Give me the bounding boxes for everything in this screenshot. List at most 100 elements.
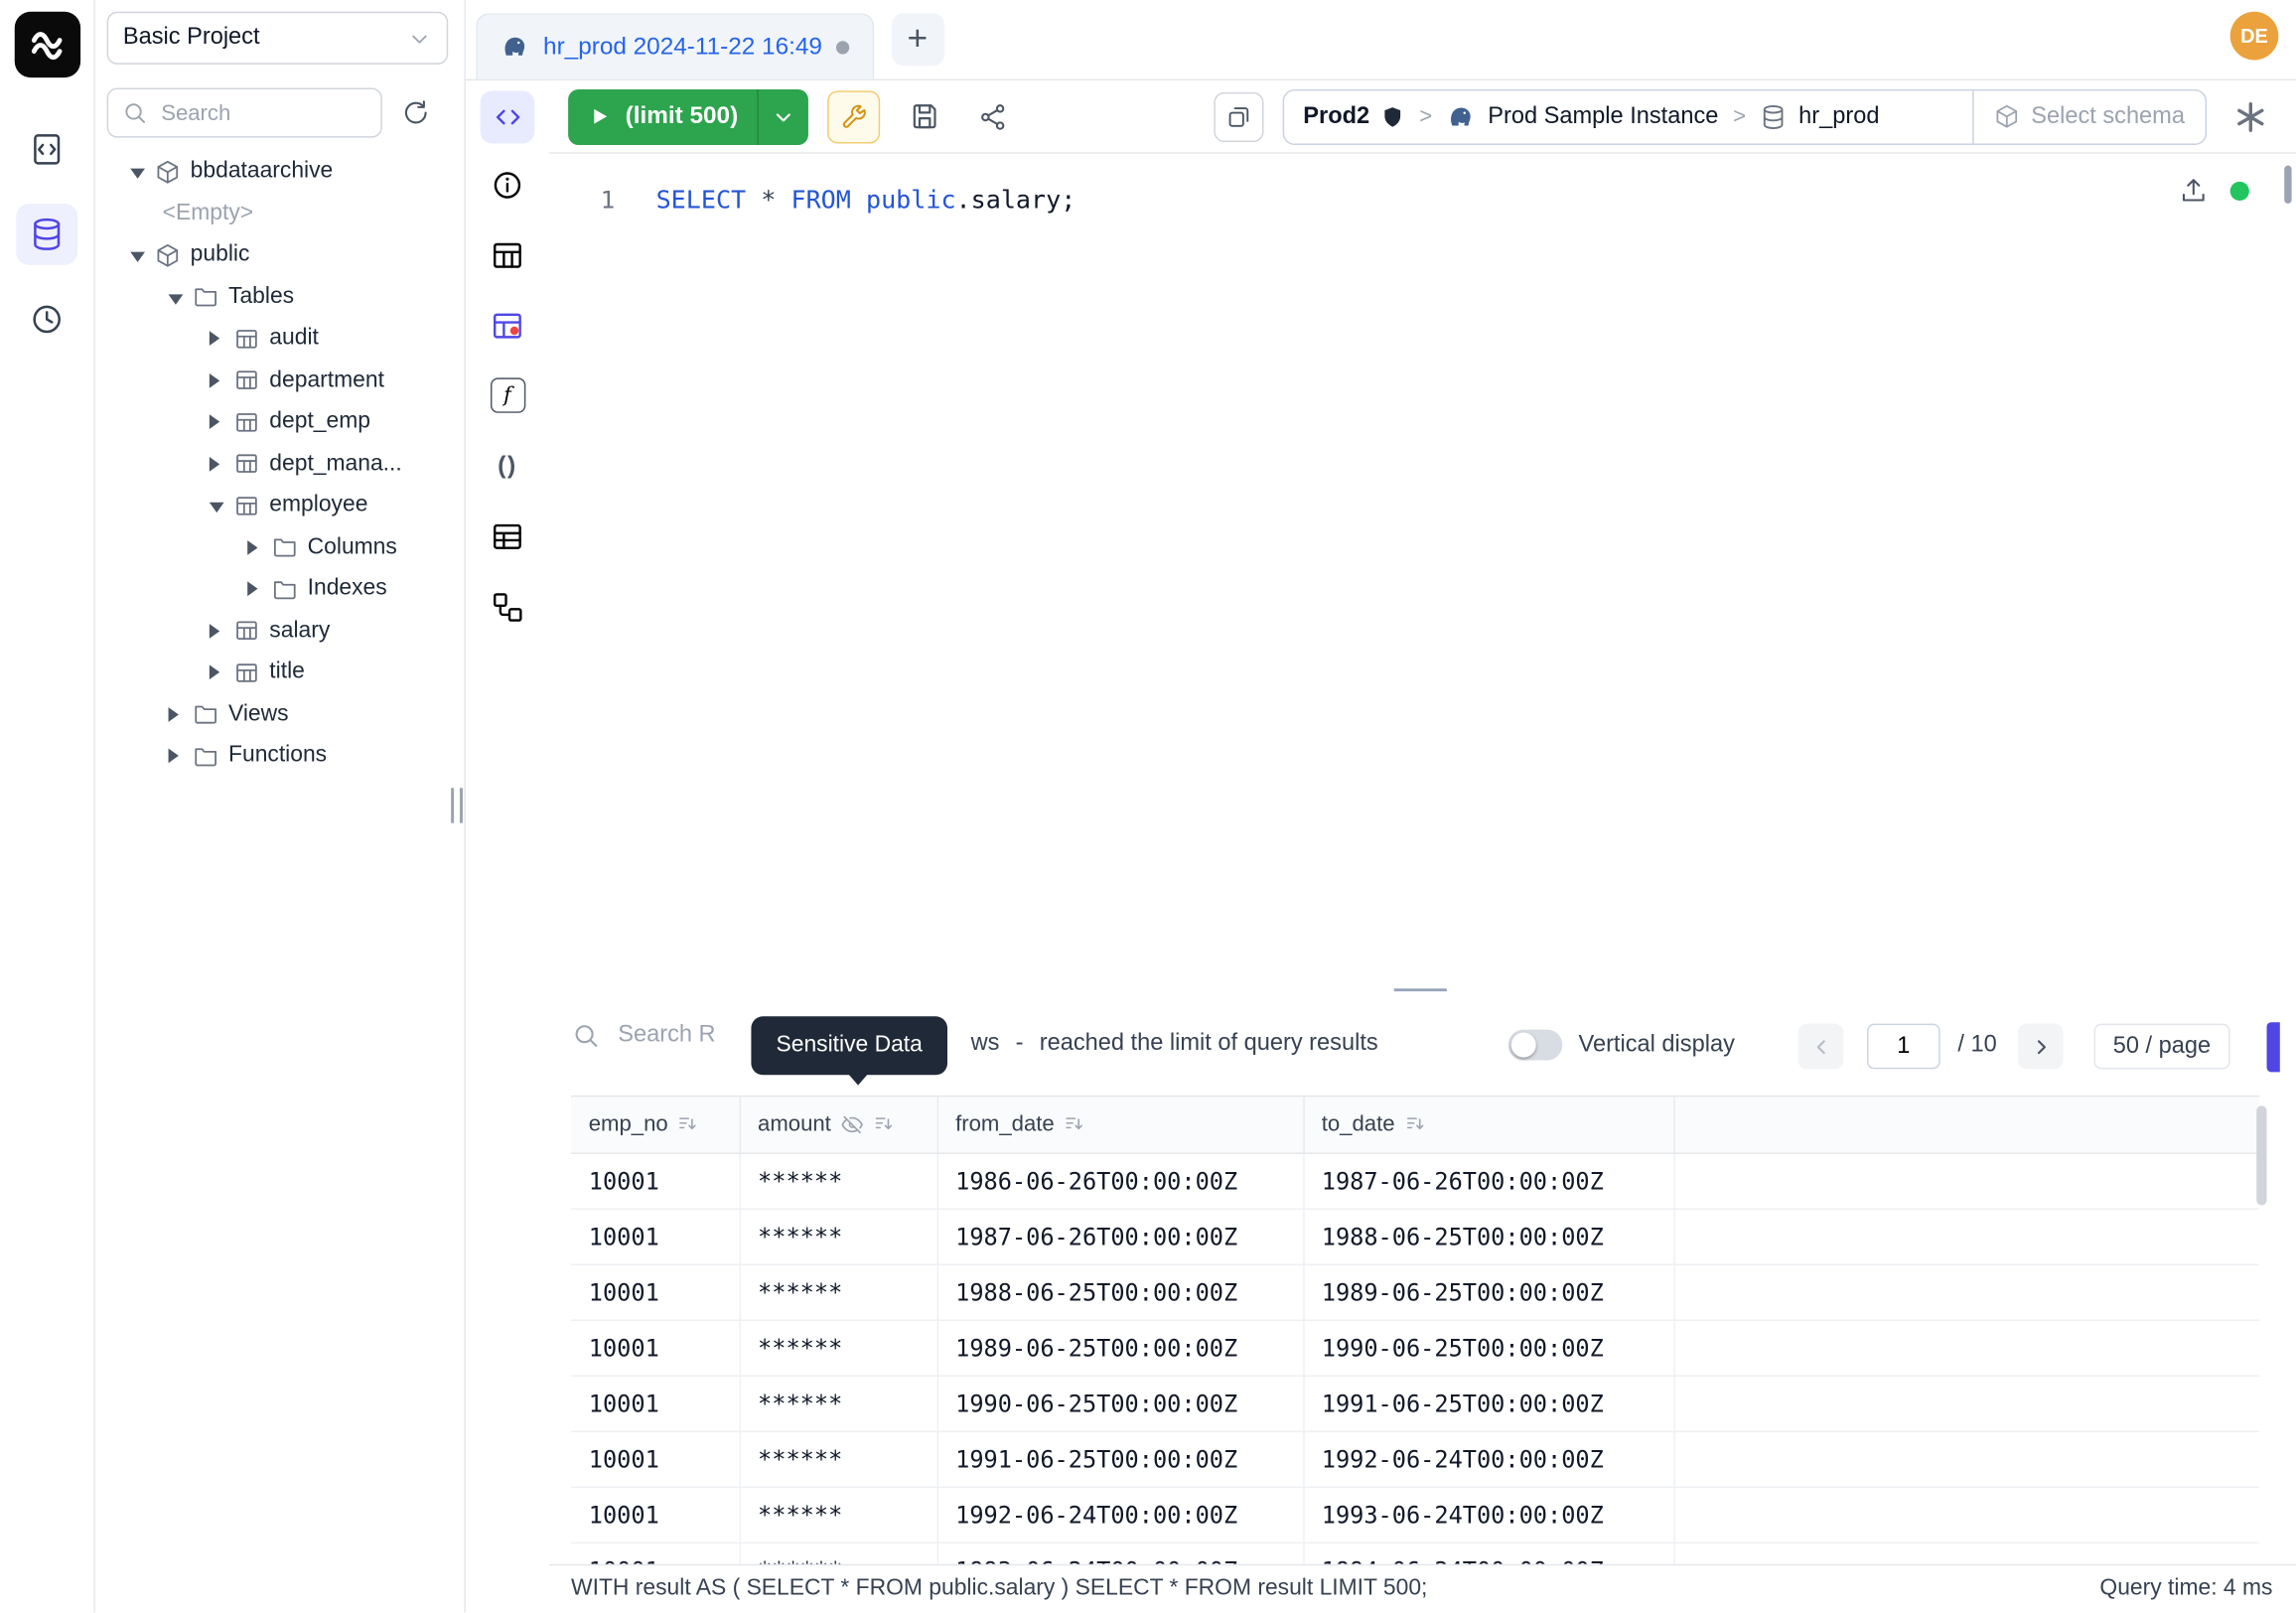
refresh-button[interactable] bbox=[391, 87, 441, 137]
bytebase-logo[interactable] bbox=[14, 12, 79, 77]
cell-to-date[interactable]: 1989-06-25T00:00:00Z bbox=[1303, 1263, 1673, 1319]
cell-to-date[interactable]: 1994-06-24T00:00:00Z bbox=[1303, 1542, 1673, 1566]
caret-right-icon[interactable] bbox=[169, 707, 184, 722]
cell-amount-masked[interactable]: ****** bbox=[740, 1376, 937, 1431]
table-list-panel-button[interactable] bbox=[491, 518, 524, 553]
connection-context[interactable]: Prod2 > Prod Sample Instance > hr_prod bbox=[1284, 101, 1972, 130]
cell-amount-masked[interactable]: ****** bbox=[740, 1208, 937, 1263]
editor-scrollbar-thumb[interactable] bbox=[2284, 166, 2291, 204]
nav-databases[interactable] bbox=[16, 204, 77, 265]
sql-code-line[interactable]: SELECT * FROM public.salary; bbox=[656, 186, 1076, 215]
caret-right-icon[interactable] bbox=[210, 415, 224, 430]
column-header-amount[interactable]: amount bbox=[740, 1097, 937, 1152]
tree-item-employee[interactable]: employee bbox=[107, 485, 465, 526]
cell-from-date[interactable]: 1988-06-25T00:00:00Z bbox=[937, 1263, 1304, 1319]
cell-to-date[interactable]: 1993-06-24T00:00:00Z bbox=[1303, 1487, 1673, 1542]
tree-item-tables[interactable]: Tables bbox=[107, 276, 465, 318]
sort-icon[interactable] bbox=[677, 1113, 699, 1135]
new-tab-button[interactable]: + bbox=[891, 13, 943, 66]
parameters-panel-button[interactable]: () bbox=[498, 448, 517, 483]
cell-emp-no[interactable]: 10001 bbox=[571, 1152, 740, 1208]
caret-down-icon[interactable] bbox=[210, 499, 224, 513]
share-button[interactable] bbox=[968, 91, 1018, 141]
cell-to-date[interactable]: 1990-06-25T00:00:00Z bbox=[1303, 1320, 1673, 1376]
caret-down-icon[interactable] bbox=[169, 290, 184, 305]
next-page-button[interactable] bbox=[2018, 1024, 2064, 1070]
cell-to-date[interactable]: 1988-06-25T00:00:00Z bbox=[1303, 1208, 1673, 1263]
tree-item-department[interactable]: department bbox=[107, 360, 465, 401]
cell-to-date[interactable]: 1991-06-25T00:00:00Z bbox=[1303, 1376, 1673, 1431]
cell-emp-no[interactable]: 10001 bbox=[571, 1263, 740, 1319]
column-header-emp-no[interactable]: emp_no bbox=[571, 1097, 740, 1152]
run-options-button[interactable] bbox=[759, 104, 808, 128]
nav-history[interactable] bbox=[16, 288, 77, 350]
prev-page-button[interactable] bbox=[1798, 1024, 1844, 1070]
ai-assistant-button[interactable] bbox=[2227, 93, 2274, 140]
cell-from-date[interactable]: 1987-06-26T00:00:00Z bbox=[937, 1208, 1304, 1263]
sort-icon[interactable] bbox=[1403, 1113, 1425, 1135]
tree-item-bbdataarchive[interactable]: bbdataarchive bbox=[107, 151, 465, 193]
sidebar-resize-handle[interactable] bbox=[451, 788, 463, 822]
project-select[interactable]: Basic Project bbox=[107, 12, 449, 65]
cell-amount-masked[interactable]: ****** bbox=[740, 1542, 937, 1566]
tree-item-columns[interactable]: Columns bbox=[107, 526, 465, 568]
tree-item-title[interactable]: title bbox=[107, 652, 465, 693]
page-size-select[interactable]: 50 / page bbox=[2094, 1024, 2230, 1070]
cell-to-date[interactable]: 1987-06-26T00:00:00Z bbox=[1303, 1152, 1673, 1208]
cell-emp-no[interactable]: 10001 bbox=[571, 1487, 740, 1542]
save-sheet-button[interactable] bbox=[899, 91, 948, 141]
cell-amount-masked[interactable]: ****** bbox=[740, 1263, 937, 1319]
column-header-from-date[interactable]: from_date bbox=[937, 1097, 1304, 1152]
code-panel-button[interactable] bbox=[481, 90, 535, 143]
caret-right-icon[interactable] bbox=[210, 332, 224, 347]
results-scrollbar-thumb[interactable] bbox=[2256, 1105, 2266, 1205]
cell-emp-no[interactable]: 10001 bbox=[571, 1320, 740, 1376]
user-avatar[interactable]: DE bbox=[2230, 12, 2279, 61]
cell-from-date[interactable]: 1986-06-26T00:00:00Z bbox=[937, 1152, 1304, 1208]
cell-from-date[interactable]: 1989-06-25T00:00:00Z bbox=[937, 1320, 1304, 1376]
select-schema-button[interactable]: Select schema bbox=[1972, 90, 2205, 143]
sidebar-search[interactable] bbox=[107, 87, 382, 137]
sensitive-data-panel-button[interactable] bbox=[491, 308, 524, 343]
cell-amount-masked[interactable]: ****** bbox=[740, 1487, 937, 1542]
tree-item-views[interactable]: Views bbox=[107, 693, 465, 735]
tree-item-indexes[interactable]: Indexes bbox=[107, 568, 465, 610]
cell-emp-no[interactable]: 10001 bbox=[571, 1208, 740, 1263]
tree-item-public[interactable]: public bbox=[107, 234, 465, 276]
run-query-button[interactable]: (limit 500) bbox=[568, 88, 808, 144]
admin-mode-button[interactable] bbox=[827, 90, 880, 143]
cell-amount-masked[interactable]: ****** bbox=[740, 1431, 937, 1487]
sort-icon[interactable] bbox=[1064, 1113, 1085, 1135]
tables-panel-button[interactable] bbox=[491, 237, 524, 272]
upload-sheet-button[interactable] bbox=[2178, 174, 2210, 206]
export-button-edge[interactable] bbox=[2267, 1022, 2280, 1072]
caret-down-icon[interactable] bbox=[130, 248, 145, 263]
cell-from-date[interactable]: 1992-06-24T00:00:00Z bbox=[937, 1487, 1304, 1542]
cell-emp-no[interactable]: 10001 bbox=[571, 1431, 740, 1487]
sort-icon[interactable] bbox=[872, 1113, 894, 1135]
cell-to-date[interactable]: 1992-06-24T00:00:00Z bbox=[1303, 1431, 1673, 1487]
tab-hr-prod[interactable]: hr_prod 2024-11-22 16:49 bbox=[476, 13, 873, 78]
column-header-to-date[interactable]: to_date bbox=[1303, 1097, 1673, 1152]
caret-right-icon[interactable] bbox=[169, 749, 184, 764]
info-panel-button[interactable] bbox=[491, 167, 524, 202]
sidebar-search-input[interactable] bbox=[158, 99, 367, 127]
caret-right-icon[interactable] bbox=[247, 540, 262, 555]
schema-diagram-panel-button[interactable] bbox=[491, 589, 524, 624]
caret-down-icon[interactable] bbox=[130, 165, 145, 180]
cell-from-date[interactable]: 1990-06-25T00:00:00Z bbox=[937, 1376, 1304, 1431]
cell-emp-no[interactable]: 10001 bbox=[571, 1542, 740, 1566]
tree-item-salary[interactable]: salary bbox=[107, 610, 465, 652]
cell-from-date[interactable]: 1991-06-25T00:00:00Z bbox=[937, 1431, 1304, 1487]
cell-emp-no[interactable]: 10001 bbox=[571, 1376, 740, 1431]
cell-from-date[interactable]: 1993-06-24T00:00:00Z bbox=[937, 1542, 1304, 1566]
vertical-display-toggle[interactable] bbox=[1508, 1030, 1563, 1061]
tree-item-audit[interactable]: audit bbox=[107, 318, 465, 360]
caret-right-icon[interactable] bbox=[210, 665, 224, 680]
caret-right-icon[interactable] bbox=[210, 457, 224, 472]
tree-item-functions[interactable]: Functions bbox=[107, 735, 465, 777]
cell-amount-masked[interactable]: ****** bbox=[740, 1320, 937, 1376]
nav-sql-editor[interactable] bbox=[16, 118, 77, 180]
caret-right-icon[interactable] bbox=[247, 582, 262, 597]
functions-panel-button[interactable]: f bbox=[490, 377, 524, 412]
